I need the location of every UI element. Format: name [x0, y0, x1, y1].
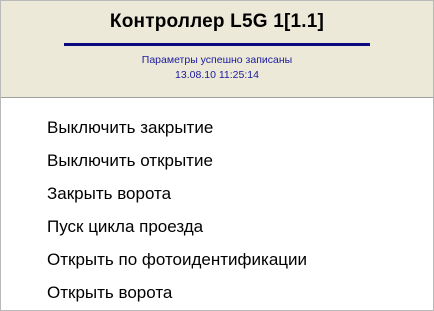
controller-title: Контроллер L5G 1[1.1]	[109, 11, 325, 32]
title-underline	[64, 43, 370, 46]
header-divider	[1, 97, 433, 98]
menu-header: Контроллер L5G 1[1.1] Параметры успешно …	[1, 1, 433, 97]
context-menu: Контроллер L5G 1[1.1] Параметры успешно …	[0, 0, 434, 311]
menu-item-disable-closing[interactable]: Выключить закрытие	[1, 111, 433, 144]
menu-items: Выключить закрытие Выключить открытие За…	[1, 111, 433, 309]
menu-item-open-gate[interactable]: Открыть ворота	[1, 276, 433, 309]
status-timestamp: 13.08.10 11:25:14	[175, 69, 259, 81]
menu-item-close-gate[interactable]: Закрыть ворота	[1, 177, 433, 210]
menu-item-start-pass-cycle[interactable]: Пуск цикла проезда	[1, 210, 433, 243]
menu-item-open-by-photo-id[interactable]: Открыть по фотоидентификации	[1, 243, 433, 276]
status-message: Параметры успешно записаны	[141, 54, 293, 66]
menu-item-disable-opening[interactable]: Выключить открытие	[1, 144, 433, 177]
